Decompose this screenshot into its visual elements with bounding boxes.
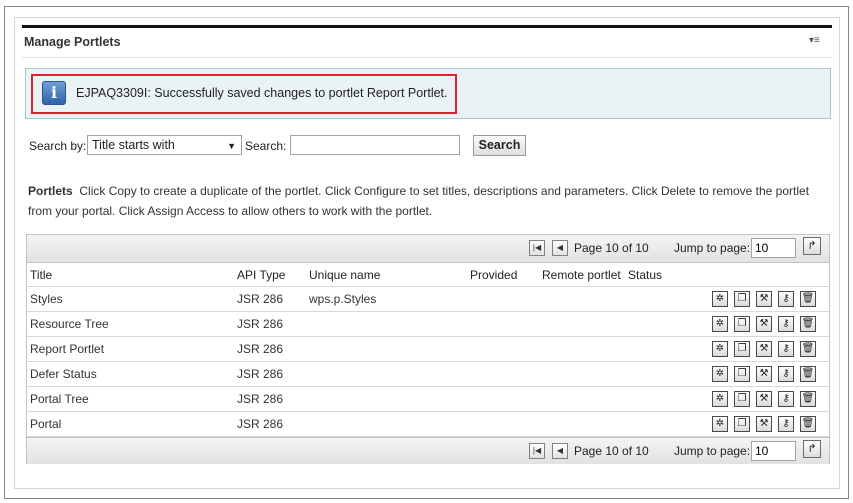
cell-unique-name: wps.p.Styles <box>309 292 377 306</box>
delete-icon[interactable]: 🗑 <box>800 291 816 307</box>
portlet-title: Manage Portlets <box>24 35 121 49</box>
copy-icon[interactable]: ❐ <box>734 366 750 382</box>
first-page-button[interactable]: |◀ <box>529 240 545 256</box>
cell-title: Portal <box>30 417 62 431</box>
copy-icon[interactable]: ❐ <box>734 291 750 307</box>
column-header-remote-portlet: Remote portlet <box>542 268 621 282</box>
configure-icon[interactable]: ✲ <box>712 366 728 382</box>
portlets-heading: Portlets <box>28 184 73 198</box>
table-row: Styles JSR 286 wps.p.Styles ✲ ❐ ⚒ ⚷ 🗑 <box>27 287 829 312</box>
cell-title: Resource Tree <box>30 317 109 331</box>
pager-top: |◀ ◀ Page 10 of 10 Jump to page: ↱ <box>27 235 829 262</box>
cell-title: Defer Status <box>30 367 97 381</box>
jump-to-page-label: Jump to page: <box>674 241 751 255</box>
wrench-icon[interactable]: ⚒ <box>756 291 772 307</box>
cell-title: Styles <box>30 292 63 306</box>
cell-api-type: JSR 286 <box>237 367 284 381</box>
delete-icon[interactable]: 🗑 <box>800 366 816 382</box>
search-label: Search: <box>245 139 287 153</box>
table-row: Defer Status JSR 286 ✲ ❐ ⚒ ⚷ 🗑 <box>27 362 829 387</box>
delete-icon[interactable]: 🗑 <box>800 391 816 407</box>
delete-icon[interactable]: 🗑 <box>800 316 816 332</box>
copy-icon[interactable]: ❐ <box>734 391 750 407</box>
portlet-title-bar <box>22 25 832 28</box>
search-by-selected-value: Title starts with <box>92 138 175 152</box>
status-message: EJPAQ3309I: Successfully saved changes t… <box>76 86 448 100</box>
search-input[interactable] <box>290 135 460 155</box>
go-button[interactable]: ↱ <box>803 237 821 255</box>
cell-api-type: JSR 286 <box>237 292 284 306</box>
jump-to-page-label: Jump to page: <box>674 444 751 458</box>
page-indicator: Page 10 of 10 <box>574 444 649 458</box>
column-header-status: Status <box>628 268 663 282</box>
previous-page-button[interactable]: ◀ <box>552 443 568 459</box>
jump-to-page-input[interactable] <box>751 441 796 461</box>
wrench-icon[interactable]: ⚒ <box>756 416 772 432</box>
configure-icon[interactable]: ✲ <box>712 341 728 357</box>
key-icon[interactable]: ⚷ <box>778 316 794 332</box>
configure-icon[interactable]: ✲ <box>712 391 728 407</box>
search-by-select[interactable]: Title starts with ▼ <box>87 135 242 155</box>
jump-to-page-input[interactable] <box>751 238 796 258</box>
delete-icon[interactable]: 🗑 <box>800 416 816 432</box>
key-icon[interactable]: ⚷ <box>778 341 794 357</box>
wrench-icon[interactable]: ⚒ <box>756 391 772 407</box>
wrench-icon[interactable]: ⚒ <box>756 341 772 357</box>
column-header-unique-name: Unique name <box>309 268 381 282</box>
cell-api-type: JSR 286 <box>237 342 284 356</box>
column-header-api-type: API Type <box>237 268 286 282</box>
wrench-icon[interactable]: ⚒ <box>756 316 772 332</box>
delete-icon[interactable]: 🗑 <box>800 341 816 357</box>
key-icon[interactable]: ⚷ <box>778 291 794 307</box>
table-row: Report Portlet JSR 286 ✲ ❐ ⚒ ⚷ 🗑 <box>27 337 829 362</box>
copy-icon[interactable]: ❐ <box>734 416 750 432</box>
copy-icon[interactable]: ❐ <box>734 341 750 357</box>
pager-bottom: |◀ ◀ Page 10 of 10 Jump to page: ↱ <box>27 437 829 464</box>
table-header: Title API Type Unique name Provided Remo… <box>27 262 829 287</box>
dropdown-arrow-icon: ▼ <box>227 141 236 151</box>
column-header-title: Title <box>30 268 53 282</box>
key-icon[interactable]: ⚷ <box>778 366 794 382</box>
portlet-menu-icon[interactable]: ▾≡ <box>809 35 820 46</box>
cell-api-type: JSR 286 <box>237 392 284 406</box>
title-separator <box>22 57 832 58</box>
table-row: Portal Tree JSR 286 ✲ ❐ ⚒ ⚷ 🗑 <box>27 387 829 412</box>
configure-icon[interactable]: ✲ <box>712 316 728 332</box>
page-indicator: Page 10 of 10 <box>574 241 649 255</box>
table-row: Portal JSR 286 ✲ ❐ ⚒ ⚷ 🗑 <box>27 412 829 437</box>
info-icon: i <box>42 81 66 105</box>
portlets-description: Portlets Click Copy to create a duplicat… <box>28 181 828 221</box>
search-button[interactable]: Search <box>473 135 526 156</box>
portlets-help-text: Click Copy to create a duplicate of the … <box>28 184 810 218</box>
go-button[interactable]: ↱ <box>803 440 821 458</box>
previous-page-button[interactable]: ◀ <box>552 240 568 256</box>
first-page-button[interactable]: |◀ <box>529 443 545 459</box>
search-by-label: Search by: <box>29 139 87 153</box>
cell-title: Portal Tree <box>30 392 89 406</box>
cell-title: Report Portlet <box>30 342 105 356</box>
key-icon[interactable]: ⚷ <box>778 416 794 432</box>
key-icon[interactable]: ⚷ <box>778 391 794 407</box>
column-header-provided: Provided <box>470 268 518 282</box>
wrench-icon[interactable]: ⚒ <box>756 366 772 382</box>
copy-icon[interactable]: ❐ <box>734 316 750 332</box>
configure-icon[interactable]: ✲ <box>712 291 728 307</box>
cell-api-type: JSR 286 <box>237 317 284 331</box>
configure-icon[interactable]: ✲ <box>712 416 728 432</box>
cell-api-type: JSR 286 <box>237 417 284 431</box>
table-row: Resource Tree JSR 286 ✲ ❐ ⚒ ⚷ 🗑 <box>27 312 829 337</box>
